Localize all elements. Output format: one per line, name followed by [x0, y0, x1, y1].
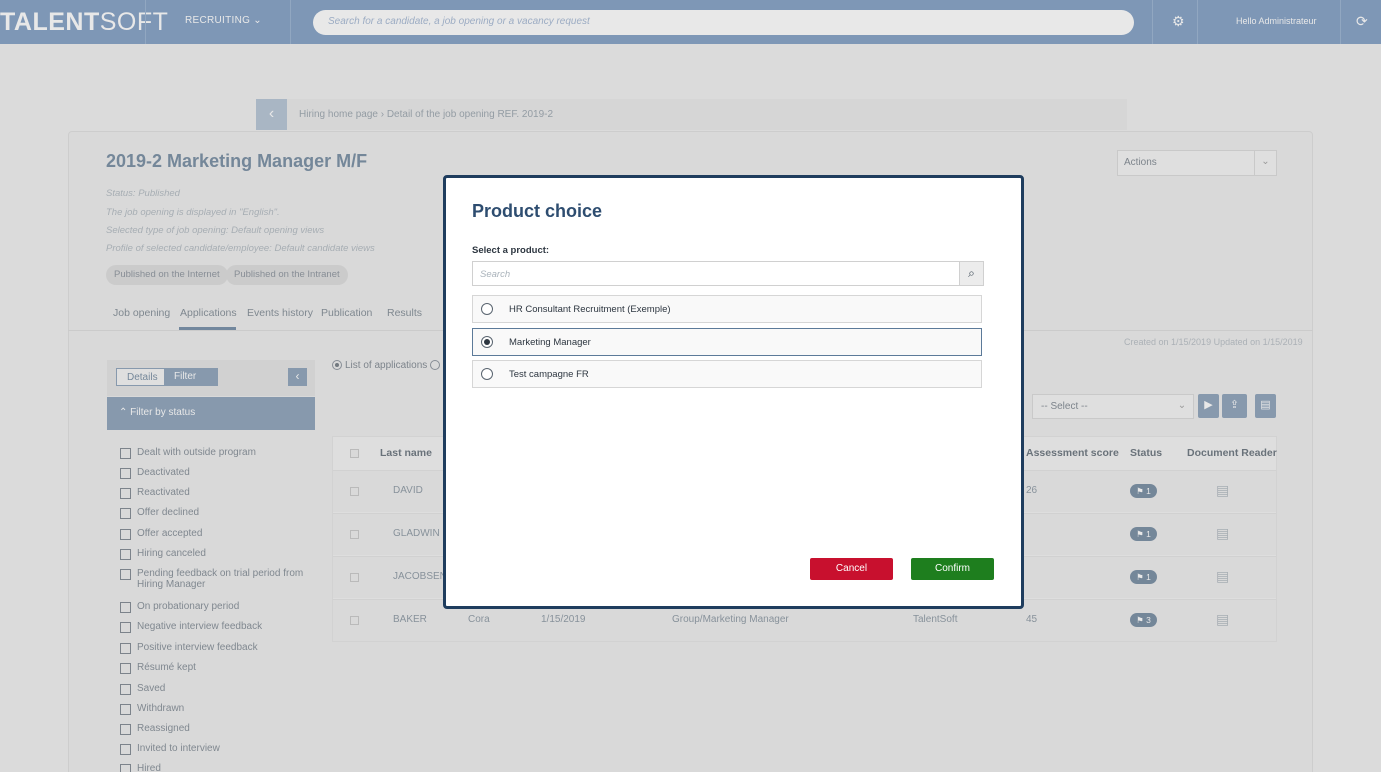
radio-icon[interactable] [481, 368, 493, 380]
radio-icon[interactable] [481, 303, 493, 315]
dialog-title: Product choice [472, 201, 603, 221]
product-choice-dialog: Product choice Select a product: Search … [443, 175, 1024, 609]
product-option[interactable]: Marketing Manager [472, 328, 982, 356]
product-label: Select a product: [472, 245, 550, 256]
product-option-label: HR Consultant Recruitment (Exemple) [509, 304, 671, 315]
search-icon[interactable]: ⌕ [959, 262, 983, 285]
product-search-input[interactable]: Search ⌕ [472, 261, 984, 286]
cancel-button[interactable]: Cancel [810, 558, 893, 580]
confirm-button[interactable]: Confirm [911, 558, 994, 580]
radio-icon[interactable] [481, 336, 493, 348]
product-option[interactable]: HR Consultant Recruitment (Exemple) [472, 295, 982, 323]
product-option-label: Test campagne FR [509, 369, 589, 380]
product-option[interactable]: Test campagne FR [472, 360, 982, 388]
product-option-label: Marketing Manager [509, 337, 591, 348]
